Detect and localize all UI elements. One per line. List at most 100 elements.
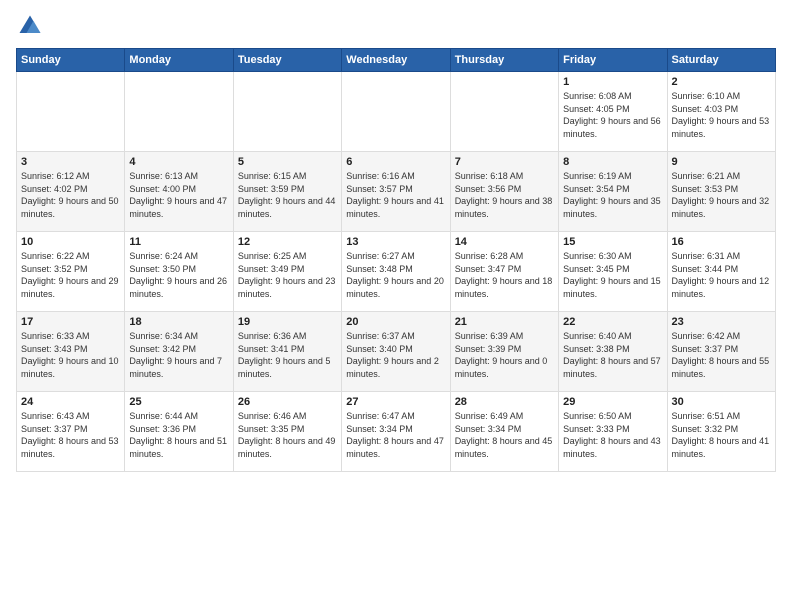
logo-icon — [16, 12, 44, 40]
logo — [16, 12, 48, 40]
calendar-cell — [450, 72, 558, 152]
calendar-cell: 28 Sunrise: 6:49 AMSunset: 3:34 PMDayligh… — [450, 392, 558, 472]
calendar-cell: 25 Sunrise: 6:44 AMSunset: 3:36 PMDayligh… — [125, 392, 233, 472]
day-info: Sunrise: 6:34 AMSunset: 3:42 PMDaylight:… — [129, 330, 228, 380]
calendar-cell: 12 Sunrise: 6:25 AMSunset: 3:49 PMDayligh… — [233, 232, 341, 312]
calendar-cell: 6Sunrise: 6:16 AMSunset: 3:57 PMDaylight… — [342, 152, 450, 232]
day-number: 12 — [238, 236, 337, 248]
day-info: Sunrise: 6:33 AMSunset: 3:43 PMDaylight:… — [21, 330, 120, 380]
calendar-cell: 7 Sunrise: 6:18 AMSunset: 3:56 PMDaylight… — [450, 152, 558, 232]
calendar-cell: 24 Sunrise: 6:43 AMSunset: 3:37 PMDayligh… — [17, 392, 125, 472]
calendar-cell: 15 Sunrise: 6:30 AMSunset: 3:45 PMDayligh… — [559, 232, 667, 312]
header-thursday: Thursday — [450, 49, 558, 72]
day-info: Sunrise: 6:22 AMSunset: 3:52 PMDaylight:… — [21, 250, 120, 300]
day-info: Sunrise: 6:30 AMSunset: 3:45 PMDaylight:… — [563, 250, 662, 300]
day-number: 30 — [672, 396, 771, 408]
day-number: 7 — [455, 156, 554, 168]
day-number: 28 — [455, 396, 554, 408]
calendar-cell: 22 Sunrise: 6:40 AMSunset: 3:38 PMDayligh… — [559, 312, 667, 392]
day-info: Sunrise: 6:39 AMSunset: 3:39 PMDaylight:… — [455, 330, 554, 380]
day-info: Sunrise: 6:49 AMSunset: 3:34 PMDaylight:… — [455, 410, 554, 460]
week-row-2: 10 Sunrise: 6:22 AMSunset: 3:52 PMDayligh… — [17, 232, 776, 312]
calendar-cell: 8Sunrise: 6:19 AMSunset: 3:54 PMDaylight… — [559, 152, 667, 232]
header-sunday: Sunday — [17, 49, 125, 72]
week-row-0: 1 Sunrise: 6:08 AMSunset: 4:05 PMDaylight… — [17, 72, 776, 152]
header-saturday: Saturday — [667, 49, 775, 72]
day-number: 6 — [346, 156, 445, 168]
day-number: 15 — [563, 236, 662, 248]
day-info: Sunrise: 6:43 AMSunset: 3:37 PMDaylight:… — [21, 410, 120, 460]
calendar-cell: 30 Sunrise: 6:51 AMSunset: 3:32 PMDayligh… — [667, 392, 775, 472]
day-info: Sunrise: 6:40 AMSunset: 3:38 PMDaylight:… — [563, 330, 662, 380]
calendar-cell: 17 Sunrise: 6:33 AMSunset: 3:43 PMDayligh… — [17, 312, 125, 392]
day-number: 22 — [563, 316, 662, 328]
calendar-cell — [17, 72, 125, 152]
day-info: Sunrise: 6:28 AMSunset: 3:47 PMDaylight:… — [455, 250, 554, 300]
day-number: 23 — [672, 316, 771, 328]
calendar-cell: 29Sunrise: 6:50 AMSunset: 3:33 PMDayligh… — [559, 392, 667, 472]
day-info: Sunrise: 6:25 AMSunset: 3:49 PMDaylight:… — [238, 250, 337, 300]
header-wednesday: Wednesday — [342, 49, 450, 72]
day-info: Sunrise: 6:47 AMSunset: 3:34 PMDaylight:… — [346, 410, 445, 460]
calendar-cell: 16Sunrise: 6:31 AMSunset: 3:44 PMDayligh… — [667, 232, 775, 312]
day-info: Sunrise: 6:36 AMSunset: 3:41 PMDaylight:… — [238, 330, 337, 380]
week-row-1: 3 Sunrise: 6:12 AMSunset: 4:02 PMDaylight… — [17, 152, 776, 232]
page: SundayMondayTuesdayWednesdayThursdayFrid… — [0, 0, 792, 612]
day-number: 21 — [455, 316, 554, 328]
calendar-cell: 23 Sunrise: 6:42 AMSunset: 3:37 PMDayligh… — [667, 312, 775, 392]
calendar-cell: 27 Sunrise: 6:47 AMSunset: 3:34 PMDayligh… — [342, 392, 450, 472]
day-number: 19 — [238, 316, 337, 328]
calendar-cell — [233, 72, 341, 152]
day-info: Sunrise: 6:37 AMSunset: 3:40 PMDaylight:… — [346, 330, 445, 380]
week-row-4: 24 Sunrise: 6:43 AMSunset: 3:37 PMDayligh… — [17, 392, 776, 472]
calendar-cell: 11Sunrise: 6:24 AMSunset: 3:50 PMDayligh… — [125, 232, 233, 312]
day-number: 13 — [346, 236, 445, 248]
day-number: 25 — [129, 396, 228, 408]
top-section — [16, 12, 776, 40]
day-info: Sunrise: 6:15 AMSunset: 3:59 PMDaylight:… — [238, 170, 337, 220]
day-number: 3 — [21, 156, 120, 168]
calendar-cell: 19 Sunrise: 6:36 AMSunset: 3:41 PMDayligh… — [233, 312, 341, 392]
day-number: 17 — [21, 316, 120, 328]
day-number: 4 — [129, 156, 228, 168]
day-number: 29 — [563, 396, 662, 408]
header-monday: Monday — [125, 49, 233, 72]
header-row: SundayMondayTuesdayWednesdayThursdayFrid… — [17, 49, 776, 72]
calendar-cell: 5Sunrise: 6:15 AMSunset: 3:59 PMDaylight… — [233, 152, 341, 232]
day-info: Sunrise: 6:44 AMSunset: 3:36 PMDaylight:… — [129, 410, 228, 460]
day-number: 1 — [563, 76, 662, 88]
calendar-cell: 9Sunrise: 6:21 AMSunset: 3:53 PMDaylight… — [667, 152, 775, 232]
day-info: Sunrise: 6:46 AMSunset: 3:35 PMDaylight:… — [238, 410, 337, 460]
day-info: Sunrise: 6:51 AMSunset: 3:32 PMDaylight:… — [672, 410, 771, 460]
day-number: 10 — [21, 236, 120, 248]
calendar-header: SundayMondayTuesdayWednesdayThursdayFrid… — [17, 49, 776, 72]
day-info: Sunrise: 6:13 AMSunset: 4:00 PMDaylight:… — [129, 170, 228, 220]
calendar-cell: 1 Sunrise: 6:08 AMSunset: 4:05 PMDaylight… — [559, 72, 667, 152]
day-info: Sunrise: 6:19 AMSunset: 3:54 PMDaylight:… — [563, 170, 662, 220]
day-info: Sunrise: 6:24 AMSunset: 3:50 PMDaylight:… — [129, 250, 228, 300]
day-info: Sunrise: 6:12 AMSunset: 4:02 PMDaylight:… — [21, 170, 120, 220]
calendar-cell: 18 Sunrise: 6:34 AMSunset: 3:42 PMDayligh… — [125, 312, 233, 392]
day-number: 26 — [238, 396, 337, 408]
day-info: Sunrise: 6:10 AMSunset: 4:03 PMDaylight:… — [672, 90, 771, 140]
week-row-3: 17 Sunrise: 6:33 AMSunset: 3:43 PMDayligh… — [17, 312, 776, 392]
calendar-cell: 3 Sunrise: 6:12 AMSunset: 4:02 PMDaylight… — [17, 152, 125, 232]
day-number: 27 — [346, 396, 445, 408]
day-number: 24 — [21, 396, 120, 408]
day-number: 20 — [346, 316, 445, 328]
calendar-cell: 26 Sunrise: 6:46 AMSunset: 3:35 PMDayligh… — [233, 392, 341, 472]
day-number: 2 — [672, 76, 771, 88]
calendar-cell — [125, 72, 233, 152]
day-info: Sunrise: 6:42 AMSunset: 3:37 PMDaylight:… — [672, 330, 771, 380]
calendar-cell: 4 Sunrise: 6:13 AMSunset: 4:00 PMDaylight… — [125, 152, 233, 232]
calendar-cell: 20 Sunrise: 6:37 AMSunset: 3:40 PMDayligh… — [342, 312, 450, 392]
day-info: Sunrise: 6:27 AMSunset: 3:48 PMDaylight:… — [346, 250, 445, 300]
calendar-body: 1 Sunrise: 6:08 AMSunset: 4:05 PMDaylight… — [17, 72, 776, 472]
calendar-cell: 13 Sunrise: 6:27 AMSunset: 3:48 PMDayligh… — [342, 232, 450, 312]
day-info: Sunrise: 6:18 AMSunset: 3:56 PMDaylight:… — [455, 170, 554, 220]
calendar-cell: 10 Sunrise: 6:22 AMSunset: 3:52 PMDayligh… — [17, 232, 125, 312]
day-number: 18 — [129, 316, 228, 328]
day-number: 16 — [672, 236, 771, 248]
day-info: Sunrise: 6:08 AMSunset: 4:05 PMDaylight:… — [563, 90, 662, 140]
calendar-cell: 2 Sunrise: 6:10 AMSunset: 4:03 PMDaylight… — [667, 72, 775, 152]
